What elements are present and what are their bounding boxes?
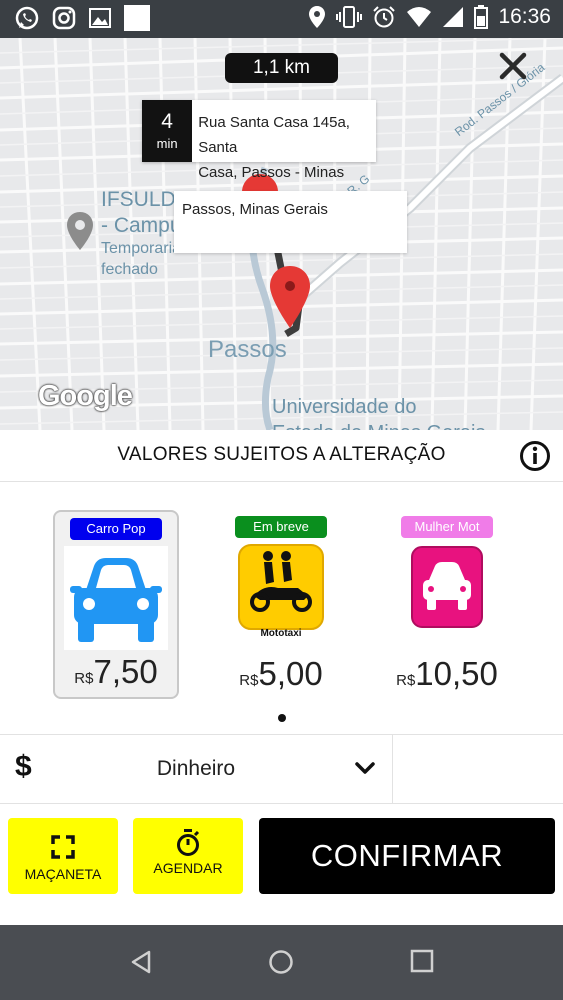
destination-pin-icon — [270, 266, 310, 328]
price-currency: R$ — [74, 670, 94, 687]
map-view[interactable]: Rod. Passos / Glória R. G IFSULD - Campu… — [0, 38, 563, 430]
chevron-down-icon[interactable] — [354, 761, 376, 777]
route-minutes: 4 — [161, 110, 173, 133]
destination-label: Passos, Minas Gerais — [174, 191, 407, 253]
macaneta-button[interactable]: MAÇANETA — [8, 818, 118, 894]
google-attribution: Google — [38, 380, 133, 412]
vehicle-badge: Carro Pop — [70, 518, 162, 540]
android-nav-bar — [0, 925, 563, 1000]
recents-icon[interactable] — [410, 949, 434, 973]
action-row: MAÇANETA AGENDAR CONFIRMAR — [0, 805, 563, 925]
mototaxi-icon — [238, 544, 324, 630]
signal-icon — [443, 7, 464, 27]
map-label-university: Universidade do — [272, 396, 417, 418]
map-label-ifsuld-4: fechado — [101, 261, 158, 278]
mototaxi-label: Mototaxi — [260, 628, 302, 639]
distance-pill: 1,1 km — [225, 53, 338, 83]
vehicle-price: R$7,50 — [55, 653, 177, 691]
alarm-icon — [373, 6, 396, 28]
payment-divider — [392, 735, 393, 804]
battery-icon — [474, 5, 489, 29]
vehicle-option-carro-pop[interactable]: Carro Pop R$7,50 — [53, 510, 179, 699]
clock-time: 16:36 — [498, 5, 551, 28]
expand-corners-icon — [51, 835, 75, 859]
vibrate-icon — [336, 6, 363, 28]
price-notice-bar: VALORES SUJEITOS A ALTERAÇÃO — [0, 430, 563, 482]
price-value: 10,50 — [415, 655, 498, 692]
price-value: 7,50 — [93, 653, 158, 690]
wifi-icon — [407, 7, 432, 27]
app-screen: 16:36 Rod. Passos / Glória R. G IFSULD -… — [0, 0, 563, 1000]
origin-address: Rua Santa Casa 145a, Santa Casa, Passos … — [192, 100, 376, 181]
back-icon[interactable] — [128, 949, 154, 975]
vehicle-price: R$5,00 — [218, 655, 344, 693]
map-label-city: Passos — [208, 336, 287, 363]
macaneta-label: MAÇANETA — [24, 866, 102, 882]
agendar-button[interactable]: AGENDAR — [133, 818, 243, 894]
origin-address-line2: Casa, Passos - Minas — [198, 164, 345, 181]
payment-method-label: Dinheiro — [156, 757, 236, 780]
price-currency: R$ — [239, 672, 259, 689]
price-value: 5,00 — [258, 655, 323, 692]
map-label-bottom: Estado de Minas Gerais — [272, 422, 485, 430]
vehicle-badge: Em breve — [235, 516, 327, 538]
vehicle-options: Carro Pop R$7,50 Em breve Mototaxi R$5,0… — [0, 483, 563, 735]
car-blue-icon — [64, 546, 168, 650]
info-icon[interactable] — [519, 440, 551, 472]
status-bar: 16:36 — [0, 0, 563, 38]
instagram-icon — [52, 6, 76, 30]
vehicle-price: R$10,50 — [384, 655, 510, 693]
stopwatch-icon — [177, 829, 200, 856]
payment-method-row[interactable]: $ Dinheiro — [0, 735, 563, 804]
route-minutes-unit: min — [156, 136, 178, 151]
whatsapp-icon — [15, 6, 39, 30]
blank-notification-icon — [124, 5, 150, 31]
location-icon — [309, 6, 326, 28]
route-time: 4 min — [142, 100, 193, 162]
price-notice-text: VALORES SUJEITOS A ALTERAÇÃO — [117, 444, 446, 465]
map-label-ifsuld-2: - Campu — [101, 214, 182, 237]
confirm-button[interactable]: CONFIRMAR — [259, 818, 555, 894]
home-icon[interactable] — [268, 949, 294, 975]
close-icon[interactable] — [497, 50, 529, 82]
vehicle-option-mulher-mot[interactable]: Mulher Mot R$10,50 — [384, 510, 510, 699]
agendar-label: AGENDAR — [153, 860, 223, 876]
gallery-icon — [89, 8, 111, 28]
car-pink-icon — [411, 546, 483, 628]
place-pin-icon — [67, 212, 93, 250]
dollar-icon: $ — [15, 750, 32, 783]
price-currency: R$ — [396, 672, 416, 689]
pager-dot — [278, 714, 286, 722]
map-label-ifsuld-1: IFSULD — [101, 188, 176, 211]
vehicle-option-mototaxi[interactable]: Em breve Mototaxi R$5,00 — [218, 510, 344, 699]
vehicle-badge: Mulher Mot — [401, 516, 493, 538]
route-info-card: 4 min Rua Santa Casa 145a, Santa Casa, P… — [142, 100, 376, 181]
origin-address-line1: Rua Santa Casa 145a, Santa — [198, 114, 350, 156]
